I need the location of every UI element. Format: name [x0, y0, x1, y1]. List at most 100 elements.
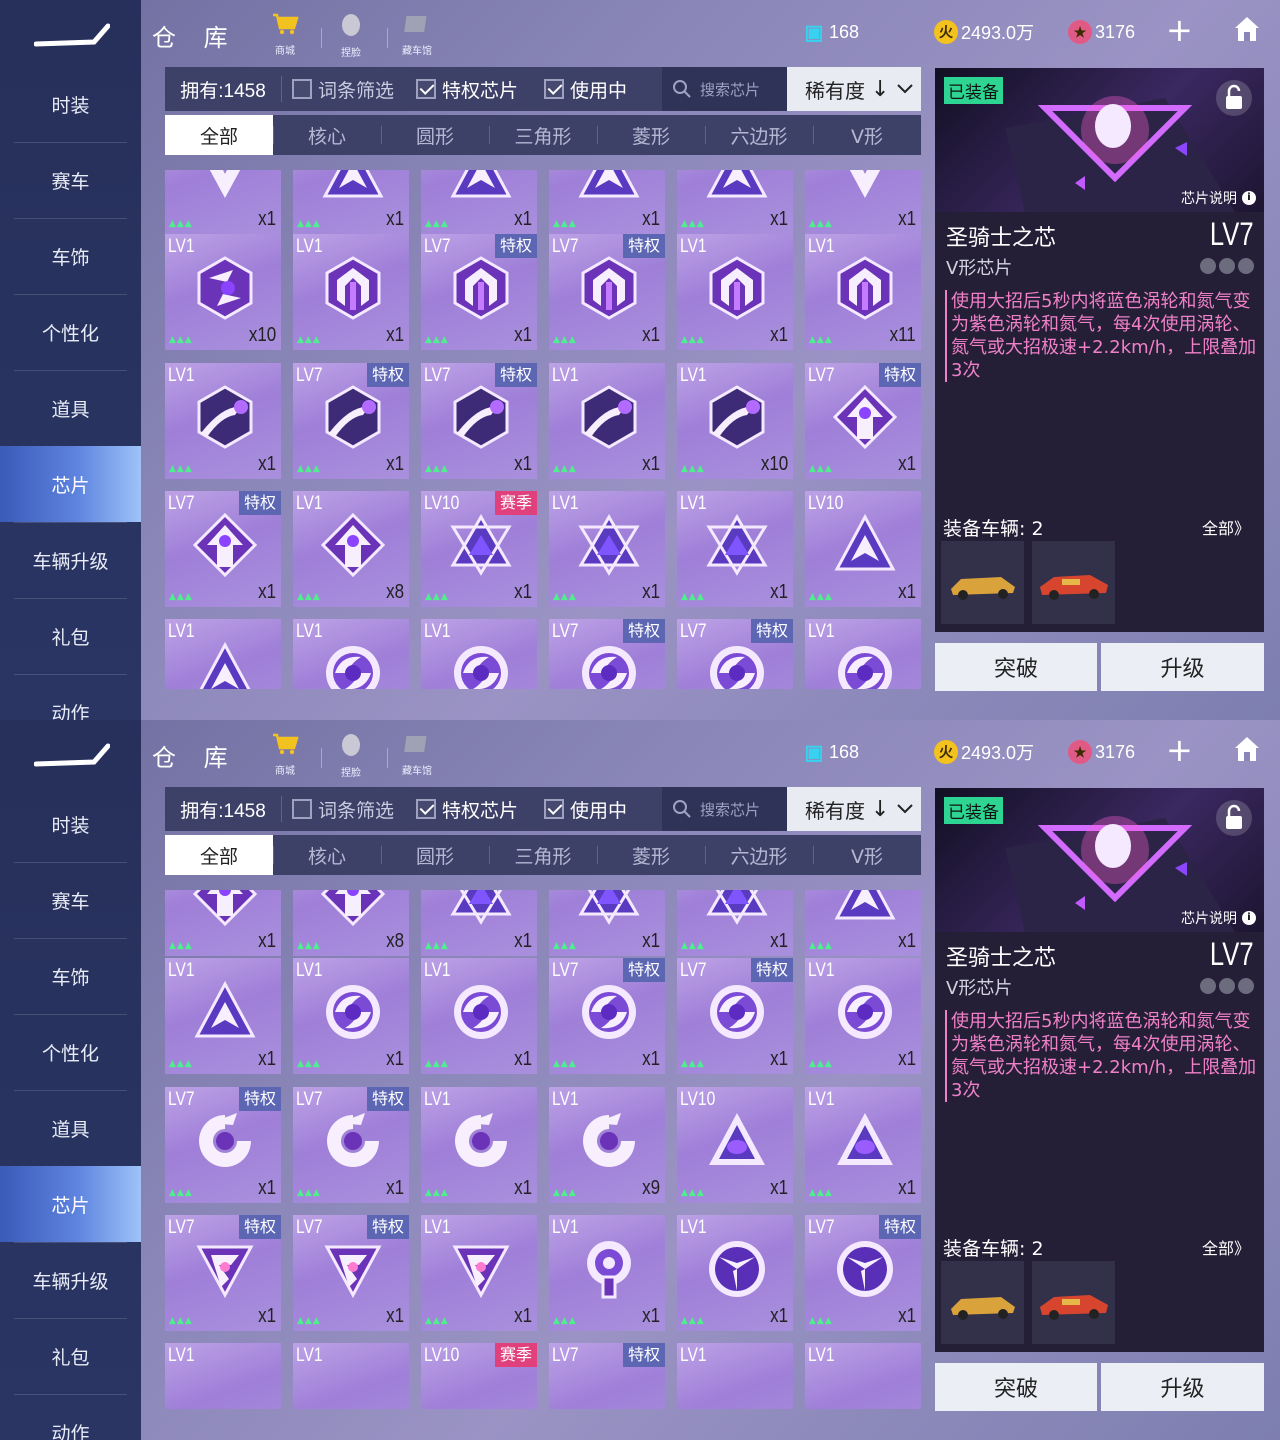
view-all-vehicles-link[interactable]: 全部》	[1202, 515, 1250, 539]
chip-card[interactable]: LV1▲▲▲x1	[549, 1215, 665, 1331]
upgrade-button[interactable]: 升级	[1101, 1363, 1264, 1411]
chip-card[interactable]: LV1▲▲▲x1	[805, 1087, 921, 1203]
chip-card[interactable]: LV10 ▲▲▲ x1	[677, 1087, 793, 1203]
sidebar-item-4[interactable]: 道具	[0, 1090, 141, 1166]
sidebar-item-1[interactable]: 赛车	[0, 142, 141, 218]
tab-0[interactable]: 全部	[165, 115, 273, 155]
sidebar-item-8[interactable]: 动作	[0, 674, 141, 721]
chip-card[interactable]: LV1	[805, 1343, 921, 1409]
vehicle-thumbnail[interactable]	[1032, 541, 1115, 624]
chip-card[interactable]: ▲▲▲ x1	[165, 170, 281, 234]
sidebar-item-2[interactable]: 车饰	[0, 938, 141, 1014]
tab-6[interactable]: V形	[813, 835, 921, 875]
chip-card[interactable]: LV1 ▲▲▲ x9	[549, 1087, 665, 1203]
tab-3[interactable]: 三角形	[489, 835, 597, 875]
chip-card[interactable]: LV7特权▲▲▲x1	[293, 363, 409, 479]
lock-icon[interactable]	[1216, 800, 1252, 836]
chip-card[interactable]: LV1	[805, 619, 921, 689]
tab-3[interactable]: 三角形	[489, 115, 597, 155]
chip-card[interactable]: LV7特权▲▲▲x1	[165, 890, 281, 956]
sidebar-item-3[interactable]: 个性化	[0, 294, 141, 370]
chip-card[interactable]: LV1▲▲▲x1	[549, 491, 665, 607]
sidebar-item-6[interactable]: 车辆升级	[0, 1242, 141, 1318]
view-all-vehicles-link[interactable]: 全部》	[1202, 1235, 1250, 1259]
chip-card[interactable]: LV1▲▲▲x1	[805, 958, 921, 1074]
tab-5[interactable]: 六边形	[705, 115, 813, 155]
sidebar-item-0[interactable]: 时装	[0, 786, 141, 862]
chip-card[interactable]: LV1▲▲▲x1	[165, 363, 281, 479]
tab-4[interactable]: 菱形	[597, 115, 705, 155]
chip-card[interactable]: LV10 赛季	[421, 1343, 537, 1409]
chip-card[interactable]: LV7 特权	[549, 619, 665, 689]
chip-info-link[interactable]: 芯片说明 i	[1181, 188, 1256, 208]
chip-card[interactable]: ▲▲▲ x1	[293, 170, 409, 234]
chip-card[interactable]: LV1	[165, 619, 281, 689]
chip-card[interactable]: LV1▲▲▲x1	[677, 890, 793, 956]
chip-card[interactable]: LV1▲▲▲x1	[677, 491, 793, 607]
chip-card[interactable]: LV10 ▲▲▲ x1	[805, 491, 921, 607]
chip-info-link[interactable]: 芯片说明 i	[1181, 908, 1256, 928]
tab-5[interactable]: 六边形	[705, 835, 813, 875]
toolbar-button-0[interactable]: 商城	[264, 12, 306, 57]
chip-card[interactable]: LV1▲▲▲x1	[421, 1087, 537, 1203]
sidebar-item-4[interactable]: 道具	[0, 370, 141, 446]
breakthrough-button[interactable]: 突破	[935, 1363, 1097, 1411]
search-input[interactable]: 搜索芯片	[662, 67, 787, 111]
sidebar-item-2[interactable]: 车饰	[0, 218, 141, 294]
home-icon[interactable]	[1232, 14, 1262, 44]
add-currency-plus-icon[interactable]: +	[1166, 734, 1193, 766]
chip-card[interactable]: ▲▲▲ x1	[549, 170, 665, 234]
sidebar-item-8[interactable]: 动作	[0, 1394, 141, 1440]
toolbar-button-1[interactable]: 捏脸	[330, 12, 372, 59]
chip-card[interactable]: LV1▲▲▲x1	[549, 363, 665, 479]
toolbar-button-2[interactable]: 藏车馆	[396, 12, 438, 57]
chip-card[interactable]: LV7特权▲▲▲x1	[293, 1087, 409, 1203]
upgrade-button[interactable]: 升级	[1101, 643, 1264, 691]
chip-card[interactable]: LV1	[421, 619, 537, 689]
add-currency-plus-icon[interactable]: +	[1166, 14, 1193, 46]
filter-checkbox-0[interactable]: 词条筛选	[282, 67, 406, 111]
chip-card[interactable]: ▲▲▲ x1	[805, 170, 921, 234]
chip-card[interactable]: LV1	[293, 619, 409, 689]
chip-card[interactable]: LV7特权▲▲▲x1	[165, 491, 281, 607]
chip-card[interactable]: LV1 ▲▲▲ x10	[677, 363, 793, 479]
tab-6[interactable]: V形	[813, 115, 921, 155]
sidebar-item-6[interactable]: 车辆升级	[0, 522, 141, 598]
chip-card[interactable]: LV10赛季▲▲▲x1	[421, 890, 537, 956]
chip-card[interactable]: LV1▲▲▲x1	[549, 890, 665, 956]
back-logo-icon[interactable]	[34, 742, 110, 768]
chip-card[interactable]: LV7特权▲▲▲x1	[421, 234, 537, 350]
tab-0[interactable]: 全部	[165, 835, 273, 875]
chip-card[interactable]: LV1▲▲▲x8	[293, 491, 409, 607]
tab-2[interactable]: 圆形	[381, 115, 489, 155]
sidebar-item-7[interactable]: 礼包	[0, 598, 141, 674]
tab-4[interactable]: 菱形	[597, 835, 705, 875]
chip-card[interactable]: LV7特权▲▲▲x1	[805, 363, 921, 479]
vehicle-thumbnail[interactable]	[1032, 1261, 1115, 1344]
vehicle-thumbnail[interactable]	[941, 1261, 1024, 1344]
chip-card[interactable]: LV1▲▲▲x1	[165, 958, 281, 1074]
chip-card[interactable]: LV1▲▲▲x1	[677, 234, 793, 350]
chip-card[interactable]: LV7特权▲▲▲x1	[549, 958, 665, 1074]
sidebar-item-7[interactable]: 礼包	[0, 1318, 141, 1394]
tab-2[interactable]: 圆形	[381, 835, 489, 875]
chip-card[interactable]: LV1▲▲▲x1	[421, 958, 537, 1074]
filter-checkbox-2[interactable]: 使用中	[534, 787, 650, 831]
toolbar-button-0[interactable]: 商城	[264, 732, 306, 777]
chip-card[interactable]: LV1	[677, 1343, 793, 1409]
search-input[interactable]: 搜索芯片	[662, 787, 787, 831]
chip-card[interactable]: LV1 ▲▲▲ x11	[805, 234, 921, 350]
tab-1[interactable]: 核心	[273, 835, 381, 875]
chip-card[interactable]: LV7特权▲▲▲x1	[549, 234, 665, 350]
chip-card[interactable]: LV1 ▲▲▲ x10	[165, 234, 281, 350]
chip-card[interactable]: LV7特权▲▲▲x1	[805, 1215, 921, 1331]
chip-card[interactable]: LV1	[165, 1343, 281, 1409]
toolbar-button-1[interactable]: 捏脸	[330, 732, 372, 779]
chip-card[interactable]: LV10赛季▲▲▲x1	[421, 491, 537, 607]
chip-card[interactable]: LV7特权▲▲▲x1	[677, 958, 793, 1074]
sidebar-item-1[interactable]: 赛车	[0, 862, 141, 938]
chip-card[interactable]: LV1▲▲▲x1	[293, 234, 409, 350]
sort-dropdown[interactable]: 稀有度 ↓	[787, 787, 921, 831]
chip-card[interactable]: LV1▲▲▲x8	[293, 890, 409, 956]
vehicle-thumbnail[interactable]	[941, 541, 1024, 624]
